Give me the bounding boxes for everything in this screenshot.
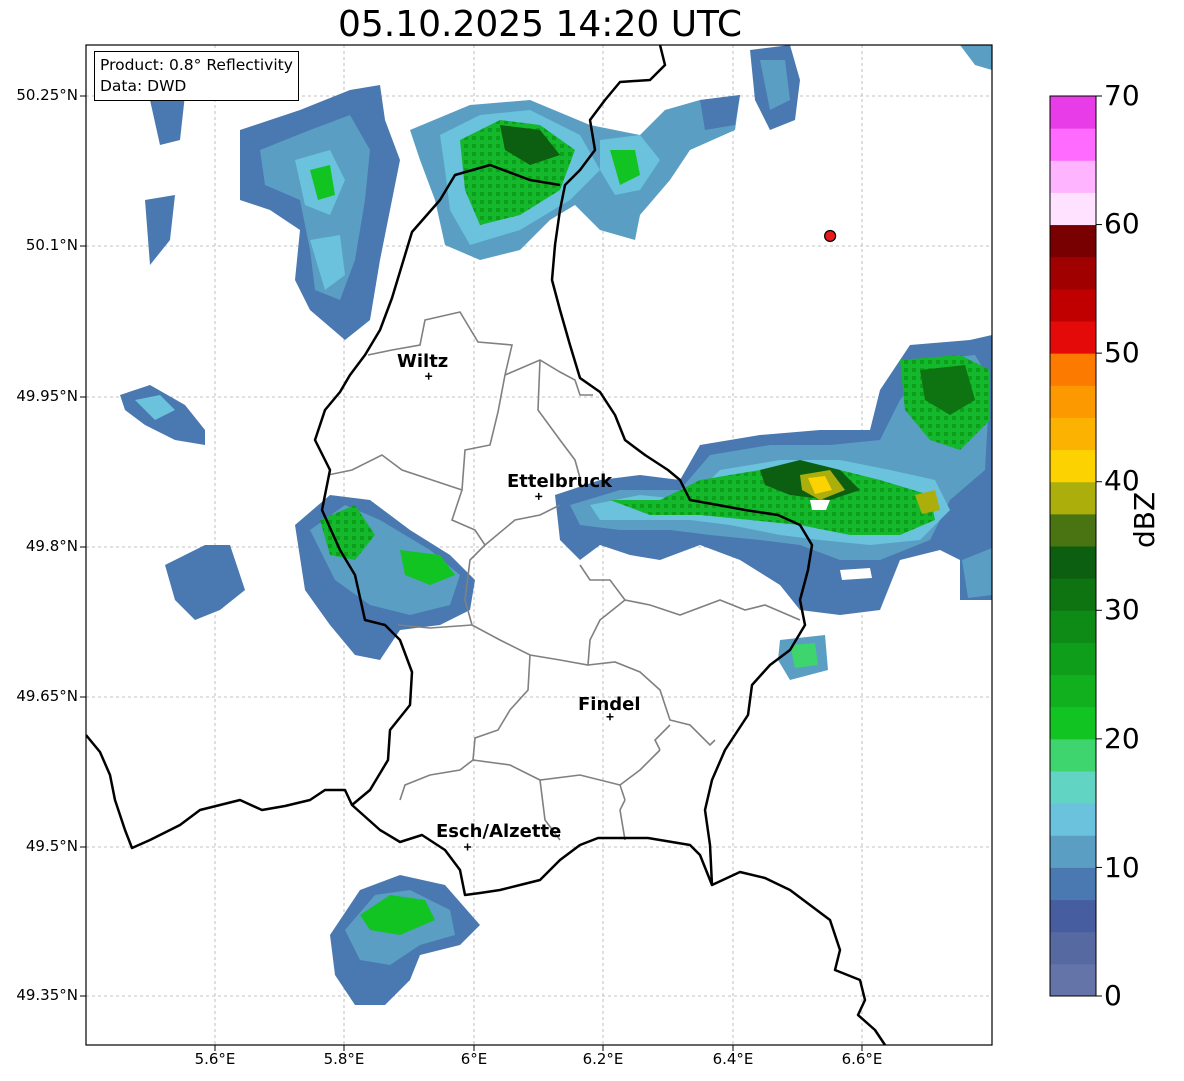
colorbar-tick-10: 10 xyxy=(1104,851,1140,884)
city-label-wiltz: Wiltz xyxy=(397,351,449,372)
colorbar-segment xyxy=(1050,578,1096,611)
colorbar-segment xyxy=(1050,738,1096,772)
lat-label-6: 49.5°N xyxy=(25,837,78,855)
lat-label-1: 50.25°N xyxy=(16,86,78,104)
colorbar-tick-40: 40 xyxy=(1104,464,1140,497)
lat-label-3: 49.95°N xyxy=(16,387,78,405)
colorbar-segment xyxy=(1050,899,1096,933)
colorbar-segment xyxy=(1050,321,1096,354)
colorbar-segment xyxy=(1050,771,1096,804)
colorbar-segment xyxy=(1050,610,1096,643)
colorbar xyxy=(1049,95,1102,997)
colorbar-segment xyxy=(1050,385,1096,418)
colorbar-segment xyxy=(1050,353,1096,386)
colorbar-segment xyxy=(1050,513,1096,547)
lon-label-1: 5.6°E xyxy=(194,1050,236,1068)
lat-label-7: 49.35°N xyxy=(16,986,78,1004)
city-label-ettelbruck: Ettelbruck xyxy=(507,471,613,492)
colorbar-segment xyxy=(1050,192,1096,226)
radar-map xyxy=(80,44,1102,1051)
radar-site-marker xyxy=(824,229,837,243)
colorbar-tick-20: 20 xyxy=(1104,722,1140,755)
colorbar-segment xyxy=(1050,481,1096,515)
lon-label-3: 6°E xyxy=(460,1050,488,1068)
colorbar-tick-50: 50 xyxy=(1104,336,1140,369)
product-info-box: Product: 0.8° Reflectivity Data: DWD xyxy=(94,51,299,101)
colorbar-segment xyxy=(1050,128,1096,161)
colorbar-tick-60: 60 xyxy=(1104,207,1140,240)
lon-label-5: 6.4°E xyxy=(712,1050,754,1068)
lon-label-2: 5.8°E xyxy=(323,1050,365,1068)
colorbar-segment xyxy=(1050,96,1096,129)
colorbar-label: dBZ xyxy=(1128,491,1161,548)
colorbar-segment xyxy=(1050,867,1096,901)
colorbar-segment xyxy=(1050,931,1096,965)
product-label: Product: 0.8° Reflectivity xyxy=(100,56,293,74)
colorbar-tick-0: 0 xyxy=(1104,979,1122,1012)
lat-label-2: 50.1°N xyxy=(25,236,78,254)
city-label-esch-alzette: Esch/Alzette xyxy=(436,821,562,842)
colorbar-tick-70: 70 xyxy=(1104,79,1140,112)
colorbar-segment xyxy=(1050,835,1096,868)
colorbar-segment xyxy=(1050,256,1096,290)
lon-label-6: 6.6°E xyxy=(841,1050,883,1068)
colorbar-segment xyxy=(1050,288,1096,322)
colorbar-segment xyxy=(1050,546,1096,579)
lat-label-4: 49.8°N xyxy=(25,537,78,555)
data-source-label: Data: DWD xyxy=(100,77,187,95)
colorbar-tick-30: 30 xyxy=(1104,593,1140,626)
colorbar-segment xyxy=(1050,642,1096,676)
lat-label-5: 49.65°N xyxy=(16,687,78,705)
colorbar-segment xyxy=(1050,224,1096,258)
city-label-findel: Findel xyxy=(578,694,641,715)
colorbar-segment xyxy=(1050,417,1096,451)
colorbar-segment xyxy=(1050,803,1096,836)
colorbar-segment xyxy=(1050,706,1096,740)
colorbar-segment xyxy=(1050,674,1096,708)
colorbar-segment xyxy=(1050,160,1096,193)
colorbar-segment xyxy=(1050,963,1096,997)
colorbar-segment xyxy=(1050,449,1096,483)
lon-label-4: 6.2°E xyxy=(582,1050,624,1068)
